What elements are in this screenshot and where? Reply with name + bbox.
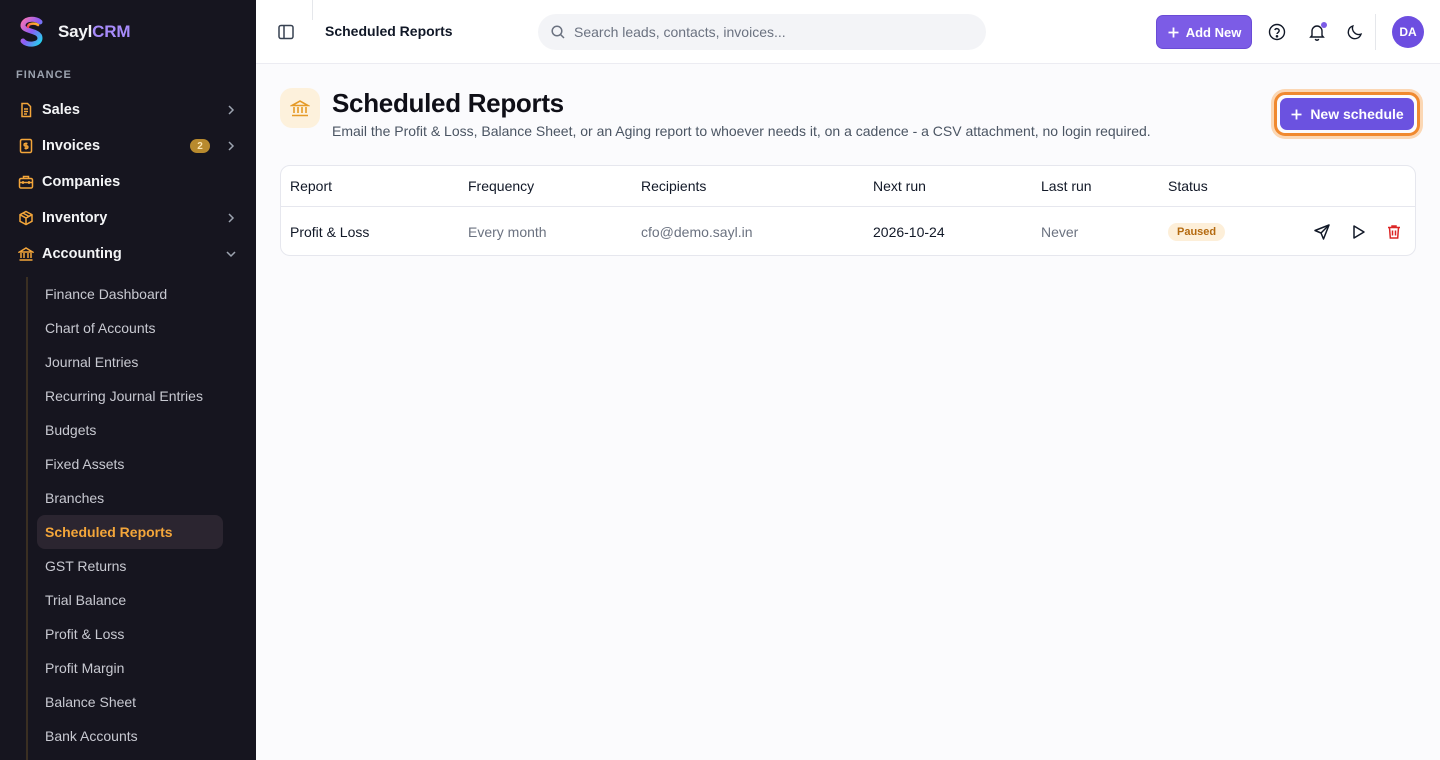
subnav-item-finance-dashboard[interactable]: Finance Dashboard (28, 277, 236, 311)
bank-icon (18, 246, 34, 262)
table-row[interactable]: Profit & Loss Every month cfo@demo.sayl.… (281, 207, 1415, 255)
subnav-item-profit-loss[interactable]: Profit & Loss (28, 617, 236, 651)
subnav-item-chart-of-accounts[interactable]: Chart of Accounts (28, 311, 236, 345)
subnav-item-budgets[interactable]: Budgets (28, 413, 236, 447)
document-icon (18, 102, 34, 118)
notification-dot (1321, 22, 1327, 28)
sidebar-item-sales[interactable]: Sales (0, 92, 256, 128)
page-subtitle: Email the Profit & Loss, Balance Sheet, … (332, 123, 1151, 139)
cell-last-run: Never (1041, 223, 1079, 240)
sidebar-item-label: Sales (42, 102, 80, 118)
topbar-title: Scheduled Reports (325, 23, 453, 39)
chevron-right-icon (228, 141, 235, 151)
sidebar-nav: Sales Invoices 2 Companies Inventory Acc… (0, 92, 256, 272)
subnav-item-recurring-journal-entries[interactable]: Recurring Journal Entries (28, 379, 236, 413)
resume-play-icon[interactable] (1349, 223, 1367, 241)
topbar-divider (1375, 14, 1376, 50)
topbar-divider (312, 0, 313, 20)
invoices-count-badge: 2 (190, 139, 210, 153)
sidebar-item-label: Companies (42, 174, 121, 190)
send-now-icon[interactable] (1313, 223, 1331, 241)
brand[interactable]: SaylCRM (18, 16, 130, 48)
sidebar-item-inventory[interactable]: Inventory (0, 200, 256, 236)
sidebar-toggle-icon[interactable] (276, 22, 296, 42)
add-new-label: Add New (1185, 24, 1242, 40)
search-input[interactable] (574, 24, 974, 40)
subnav-item-profit-margin[interactable]: Profit Margin (28, 651, 236, 685)
help-icon[interactable] (1267, 22, 1287, 42)
subnav-item-gst-returns[interactable]: GST Returns (28, 549, 236, 583)
cell-next-run: 2026-10-24 (873, 223, 945, 240)
new-schedule-label: New schedule (1310, 106, 1404, 122)
sidebar: SaylCRM FINANCE Sales Invoices 2 Compani… (0, 0, 256, 760)
column-header-last-run: Last run (1041, 178, 1092, 194)
add-new-button[interactable]: Add New (1156, 15, 1252, 49)
chevron-down-icon (226, 251, 236, 258)
delete-trash-icon[interactable] (1385, 223, 1403, 241)
accounting-subnav: Finance Dashboard Chart of Accounts Jour… (26, 277, 236, 760)
moon-icon[interactable] (1345, 22, 1365, 42)
sidebar-item-invoices[interactable]: Invoices 2 (0, 128, 256, 164)
main-content: Scheduled Reports Email the Profit & Los… (256, 64, 1440, 760)
search-icon (551, 25, 565, 39)
subnav-item-balance-sheet[interactable]: Balance Sheet (28, 685, 236, 719)
subnav-item-scheduled-reports[interactable]: Scheduled Reports (37, 515, 223, 549)
cell-frequency: Every month (468, 223, 547, 240)
topbar: Scheduled Reports Add New DA (256, 0, 1440, 64)
cell-report: Profit & Loss (290, 223, 370, 240)
chevron-right-icon (228, 213, 235, 223)
bell-icon[interactable] (1307, 22, 1327, 42)
sidebar-item-label: Accounting (42, 246, 122, 262)
row-actions (1313, 207, 1403, 255)
column-header-recipients: Recipients (641, 178, 707, 194)
column-header-frequency: Frequency (468, 178, 535, 194)
subnav-item-fixed-assets[interactable]: Fixed Assets (28, 447, 236, 481)
column-header-report: Report (290, 178, 333, 194)
status-badge: Paused (1168, 222, 1226, 241)
sidebar-item-label: Invoices (42, 138, 101, 154)
sidebar-item-companies[interactable]: Companies (0, 164, 256, 200)
sidebar-item-label: Inventory (42, 210, 108, 226)
cell-status: Paused (1168, 207, 1226, 255)
page-title: Scheduled Reports (332, 88, 564, 118)
column-header-next-run: Next run (873, 178, 926, 194)
global-search[interactable] (538, 14, 986, 50)
package-icon (18, 210, 34, 226)
plus-icon (1291, 109, 1302, 119)
page-icon (280, 88, 320, 128)
section-label-finance: FINANCE (16, 69, 72, 81)
dollar-doc-icon (18, 138, 34, 154)
brand-logo-icon (20, 16, 43, 47)
subnav-item-branches[interactable]: Branches (28, 481, 236, 515)
plus-icon (1168, 27, 1179, 37)
briefcase-icon (18, 174, 34, 190)
bank-icon (290, 100, 310, 117)
chevron-right-icon (228, 105, 235, 115)
cell-recipients: cfo@demo.sayl.in (641, 223, 753, 240)
scheduled-reports-table: Report Frequency Recipients Next run Las… (280, 165, 1416, 256)
sidebar-item-accounting[interactable]: Accounting (0, 236, 256, 272)
subnav-item-journal-entries[interactable]: Journal Entries (28, 345, 236, 379)
column-header-status: Status (1168, 178, 1208, 194)
subnav-item-bank-accounts[interactable]: Bank Accounts (28, 719, 236, 753)
brand-name: SaylCRM (58, 22, 131, 41)
new-schedule-button[interactable]: New schedule (1280, 98, 1414, 130)
avatar[interactable]: DA (1392, 16, 1424, 48)
subnav-item-trial-balance[interactable]: Trial Balance (28, 583, 236, 617)
new-schedule-focus-ring: New schedule (1274, 92, 1420, 136)
table-header-row: Report Frequency Recipients Next run Las… (281, 166, 1415, 207)
